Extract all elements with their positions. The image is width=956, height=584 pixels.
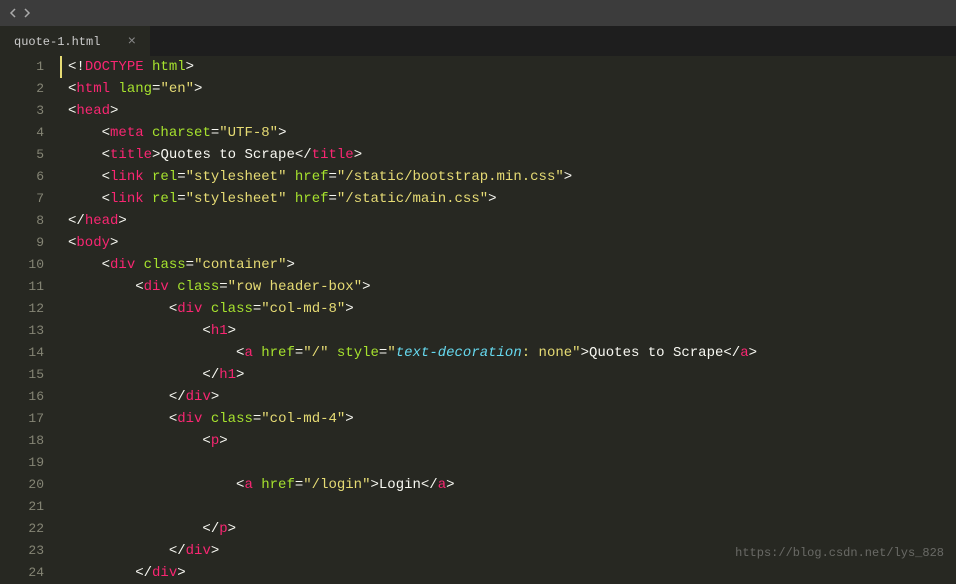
editor-pane: 1 2 3 4 5 6 7 8 9 10 11 12 13 14 15 16 1… bbox=[0, 56, 956, 568]
line-number: 14 bbox=[0, 342, 44, 364]
line-number: 8 bbox=[0, 210, 44, 232]
close-icon[interactable]: × bbox=[128, 34, 136, 50]
tab-file[interactable]: quote-1.html × bbox=[0, 26, 150, 56]
title-bar bbox=[0, 0, 956, 26]
nav-fwd-icon[interactable] bbox=[21, 8, 31, 18]
code-line bbox=[68, 452, 956, 474]
line-number: 19 bbox=[0, 452, 44, 474]
code-line: <p> bbox=[68, 430, 956, 452]
line-number: 1 bbox=[0, 56, 44, 78]
code-line: <h1> bbox=[68, 320, 956, 342]
line-number: 21 bbox=[0, 496, 44, 518]
line-number: 15 bbox=[0, 364, 44, 386]
code-line: <meta charset="UTF-8"> bbox=[68, 122, 956, 144]
code-line: <link rel="stylesheet" href="/static/mai… bbox=[68, 188, 956, 210]
line-number: 7 bbox=[0, 188, 44, 210]
code-line: <head> bbox=[68, 100, 956, 122]
code-line: <!DOCTYPE html> bbox=[68, 56, 956, 78]
line-number: 5 bbox=[0, 144, 44, 166]
line-number: 3 bbox=[0, 100, 44, 122]
line-number: 16 bbox=[0, 386, 44, 408]
line-number: 17 bbox=[0, 408, 44, 430]
line-number: 24 bbox=[0, 562, 44, 584]
code-line: <a href="/" style="text-decoration: none… bbox=[68, 342, 956, 364]
line-number: 12 bbox=[0, 298, 44, 320]
line-number: 2 bbox=[0, 78, 44, 100]
code-line: <div class="col-md-8"> bbox=[68, 298, 956, 320]
code-line bbox=[68, 496, 956, 518]
line-number: 9 bbox=[0, 232, 44, 254]
line-number: 10 bbox=[0, 254, 44, 276]
code-line: </head> bbox=[68, 210, 956, 232]
watermark-text: https://blog.csdn.net/lys_828 bbox=[735, 546, 944, 560]
code-line: <html lang="en"> bbox=[68, 78, 956, 100]
code-line: <body> bbox=[68, 232, 956, 254]
nav-buttons bbox=[0, 8, 40, 18]
line-number: 22 bbox=[0, 518, 44, 540]
code-line: <link rel="stylesheet" href="/static/boo… bbox=[68, 166, 956, 188]
line-gutter: 1 2 3 4 5 6 7 8 9 10 11 12 13 14 15 16 1… bbox=[0, 56, 60, 568]
code-line: </div> bbox=[68, 386, 956, 408]
line-number: 20 bbox=[0, 474, 44, 496]
code-line: <div class="col-md-4"> bbox=[68, 408, 956, 430]
line-number: 11 bbox=[0, 276, 44, 298]
code-line: </div> bbox=[68, 562, 956, 584]
code-line: <div class="container"> bbox=[68, 254, 956, 276]
line-number: 4 bbox=[0, 122, 44, 144]
code-line: <title>Quotes to Scrape</title> bbox=[68, 144, 956, 166]
line-number: 13 bbox=[0, 320, 44, 342]
code-line: <div class="row header-box"> bbox=[68, 276, 956, 298]
code-line: <a href="/login">Login</a> bbox=[68, 474, 956, 496]
code-line: </h1> bbox=[68, 364, 956, 386]
code-line: </p> bbox=[68, 518, 956, 540]
line-number: 6 bbox=[0, 166, 44, 188]
line-number: 23 bbox=[0, 540, 44, 562]
tab-bar: quote-1.html × bbox=[0, 26, 956, 56]
nav-back-icon[interactable] bbox=[9, 8, 19, 18]
line-number: 18 bbox=[0, 430, 44, 452]
tab-filename: quote-1.html bbox=[14, 35, 110, 49]
code-area[interactable]: <!DOCTYPE html> <html lang="en"> <head> … bbox=[60, 56, 956, 568]
